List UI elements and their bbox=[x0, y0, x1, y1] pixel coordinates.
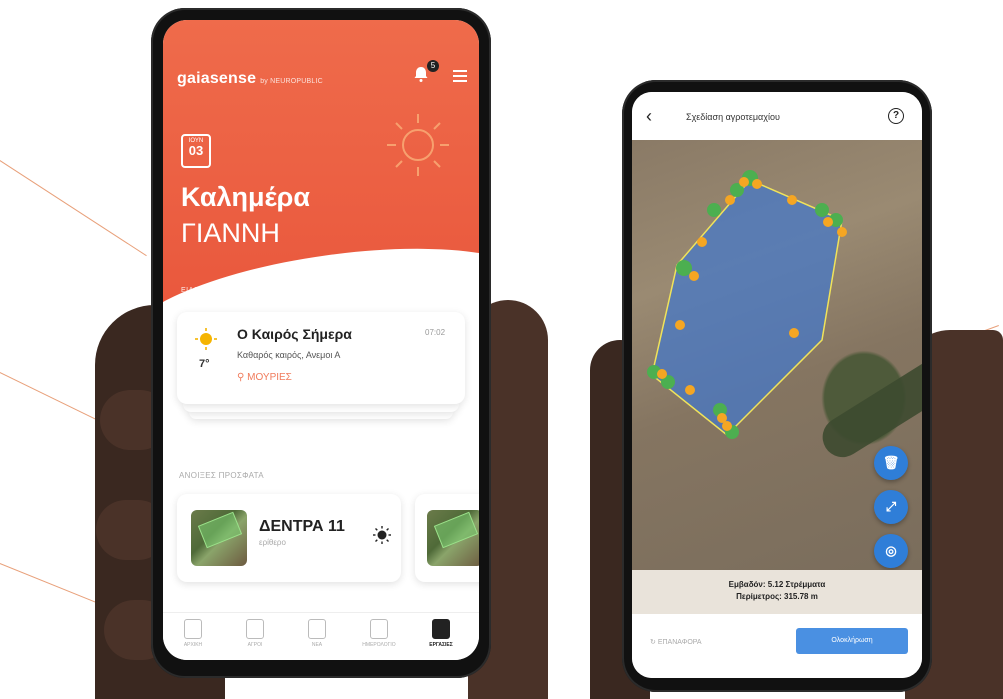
field-drawing-screen: ‹ Σχεδίαση αγροτεμαχίου ? 🗑 ⤢ ◎ Εμβαδόν:… bbox=[632, 92, 922, 678]
weather-title: Ο Καιρός Σήμερα bbox=[237, 326, 352, 342]
fit-icon[interactable]: ⤢ bbox=[874, 490, 908, 524]
connector-line-1 bbox=[0, 160, 147, 257]
tab-calendar[interactable]: ΗΜΕΡΟΛΟΓΙΟ bbox=[351, 619, 407, 648]
complete-button[interactable]: Ολοκλήρωση bbox=[796, 628, 908, 654]
greeting-text: Καλημέρα bbox=[181, 182, 310, 212]
reset-button[interactable]: ↻ ΕΠΑΝΑΦΟΡΑ bbox=[650, 638, 702, 646]
weather-temperature: 7° bbox=[199, 358, 210, 370]
satellite-map[interactable]: 🗑 ⤢ ◎ bbox=[632, 140, 922, 570]
trash-icon[interactable]: 🗑 bbox=[874, 446, 908, 480]
tab-tasks[interactable]: ΕΡΓΑΣΙΕΣ bbox=[413, 619, 469, 648]
weather-description: Καθαρός καιρός, Ανεμοι Α bbox=[237, 350, 341, 360]
right-phone: ‹ Σχεδίαση αγροτεμαχίου ? 🗑 ⤢ ◎ Εμβαδόν:… bbox=[622, 80, 932, 692]
card-stack-shadow-2 bbox=[189, 412, 453, 419]
tab-home[interactable]: ΑΡΧΙΚΗ bbox=[165, 619, 221, 648]
locate-icon[interactable]: ◎ bbox=[874, 534, 908, 568]
brand-logo: gaiasense by NEUROPUBLIC bbox=[177, 70, 323, 87]
field-subtitle: ερίθερο bbox=[259, 538, 286, 547]
home-screen: gaiasense by NEUROPUBLIC 5 ΙΟΥΝ 03 Καλημέ… bbox=[163, 20, 479, 660]
date-badge: ΙΟΥΝ 03 bbox=[181, 134, 211, 168]
news-icon bbox=[308, 619, 326, 639]
field-card-partial[interactable] bbox=[415, 494, 479, 582]
home-icon bbox=[184, 619, 202, 639]
back-arrow-icon[interactable]: ‹ bbox=[646, 106, 652, 127]
weather-time: 07:02 bbox=[425, 328, 446, 337]
field-thumbnail bbox=[427, 510, 479, 566]
weather-location: ⚲ ΜΟΥΡΙΕΣ bbox=[237, 372, 292, 383]
field-title: ΔΕΝΤΡΑ 11 bbox=[259, 518, 345, 535]
notifications-label: ΕΙΔΟΠΟΙΗΣΕΙΣ bbox=[181, 287, 237, 294]
tab-fields[interactable]: ΑΓΡΟΙ bbox=[227, 619, 283, 648]
user-name: ΓΙΑΝΝΗ bbox=[181, 218, 280, 248]
help-icon[interactable]: ? bbox=[888, 108, 904, 124]
tag-icon bbox=[246, 619, 264, 639]
card-stack-shadow-1 bbox=[183, 404, 459, 412]
field-metrics: Εμβαδόν: 5.12 Στρέμματα Περίμετρος: 315.… bbox=[632, 570, 922, 614]
hamburger-menu-icon[interactable] bbox=[453, 70, 467, 85]
sun-icon bbox=[195, 328, 217, 350]
top-bar: ‹ Σχεδίαση αγροτεμαχίου ? bbox=[632, 92, 922, 140]
date-day: 03 bbox=[188, 143, 204, 158]
bottom-tab-bar: ΑΡΧΙΚΗ ΑΓΡΟΙ ΝΕΑ ΗΜΕΡΟΛΟΓΙΟ ΕΡΓΑΣΙΕΣ bbox=[163, 612, 479, 660]
clipboard-icon bbox=[370, 619, 388, 639]
notification-badge: 5 bbox=[427, 60, 439, 72]
field-card[interactable]: ΔΕΝΤΡΑ 11 ερίθερο bbox=[177, 494, 401, 582]
recent-label: ΑΝΟΙΞΕΣ ΠΡΟΣΦΑΤΑ bbox=[179, 471, 264, 480]
field-thumbnail bbox=[191, 510, 247, 566]
field-perimeter: Περίμετρος: 315.78 m bbox=[736, 592, 818, 601]
screen-title: Σχεδίαση αγροτεμαχίου bbox=[686, 112, 780, 122]
sun-outline-icon bbox=[387, 114, 449, 176]
action-footer: ↻ ΕΠΑΝΑΦΟΡΑ Ολοκλήρωση bbox=[632, 614, 922, 678]
sun-icon bbox=[373, 526, 391, 544]
left-phone: gaiasense by NEUROPUBLIC 5 ΙΟΥΝ 03 Καλημέ… bbox=[151, 8, 491, 678]
tasks-icon bbox=[432, 619, 450, 639]
weather-card[interactable]: 7° Ο Καιρός Σήμερα 07:02 Καθαρός καιρός,… bbox=[177, 312, 465, 404]
field-area: Εμβαδόν: 5.12 Στρέμματα bbox=[728, 580, 826, 589]
tab-news[interactable]: ΝΕΑ bbox=[289, 619, 345, 648]
